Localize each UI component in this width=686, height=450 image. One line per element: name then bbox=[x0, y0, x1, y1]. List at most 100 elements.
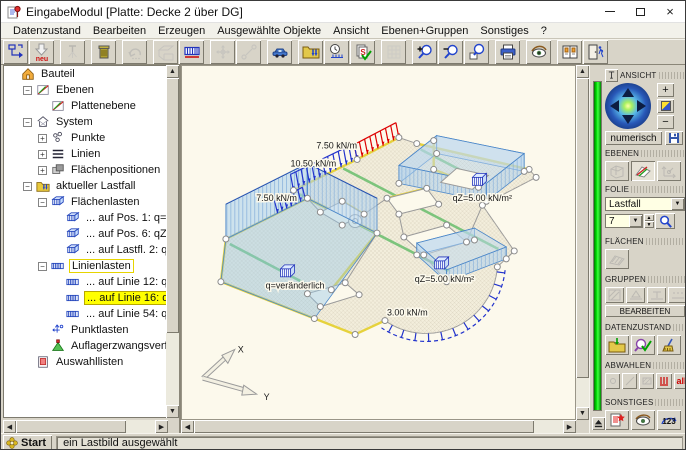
menu-item-erzeugen[interactable]: Erzeugen bbox=[152, 25, 211, 37]
node-point[interactable] bbox=[339, 198, 345, 204]
node-point[interactable] bbox=[384, 195, 390, 201]
node-point[interactable] bbox=[382, 318, 388, 324]
collapse-icon[interactable]: − bbox=[23, 118, 32, 127]
node-point[interactable] bbox=[434, 151, 440, 157]
collapse-icon[interactable]: − bbox=[23, 86, 32, 95]
chevron-down-icon[interactable]: ▼ bbox=[629, 215, 642, 227]
trash-button[interactable] bbox=[91, 40, 116, 64]
start-button[interactable]: Start bbox=[3, 435, 52, 450]
zoom-out-button[interactable] bbox=[438, 40, 463, 64]
tree-hscrollbar[interactable]: ◀ ▶ bbox=[3, 420, 168, 433]
line-load-button[interactable] bbox=[179, 40, 204, 64]
green-level-bar[interactable] bbox=[593, 81, 602, 411]
tree-item[interactable]: −aktueller Lastfall bbox=[4, 178, 167, 194]
bearbeiten-button[interactable]: BEARBEITEN bbox=[605, 305, 685, 317]
canvas-hscroll-thumb[interactable] bbox=[194, 420, 534, 433]
tree-vscrollbar[interactable]: ▲ ▼ bbox=[166, 65, 179, 418]
expand-icon[interactable]: + bbox=[38, 150, 47, 159]
tree-item[interactable]: −System bbox=[4, 114, 167, 130]
expand-icon[interactable]: + bbox=[38, 166, 47, 175]
pan-right-icon[interactable] bbox=[637, 100, 646, 112]
tree-item[interactable]: −Linienlasten bbox=[4, 258, 167, 274]
scroll-right-icon[interactable]: ▶ bbox=[563, 420, 576, 433]
node-point[interactable] bbox=[374, 230, 380, 236]
tree-item[interactable]: Auswahllisten bbox=[4, 354, 167, 370]
check-pages-button[interactable]: S bbox=[350, 40, 375, 64]
menu-item-datenzustand[interactable]: Datenzustand bbox=[7, 25, 87, 37]
numbering-button[interactable]: 123 bbox=[657, 410, 681, 430]
save-view-button[interactable] bbox=[665, 131, 683, 145]
menu-item-ansicht[interactable]: Ansicht bbox=[327, 25, 375, 37]
node-point[interactable] bbox=[436, 201, 442, 207]
scroll-down-icon[interactable]: ▼ bbox=[166, 405, 179, 418]
zoom-in-button[interactable] bbox=[412, 40, 437, 64]
check-data-button[interactable] bbox=[631, 335, 655, 355]
node-point[interactable] bbox=[223, 236, 229, 242]
tree-item[interactable]: Bauteil bbox=[4, 66, 167, 82]
folie-number-spinner[interactable]: ▲▼ bbox=[644, 214, 654, 228]
scroll-up-icon[interactable]: ▲ bbox=[576, 65, 589, 78]
node-point[interactable] bbox=[414, 252, 420, 258]
pin-panel-button[interactable] bbox=[605, 69, 618, 82]
menu-item-ausgew-hlte-objekte[interactable]: Ausgewählte Objekte bbox=[211, 25, 327, 37]
tree-item[interactable]: −Flächenlasten bbox=[4, 194, 167, 210]
tree-item[interactable]: Auflagerzwangsverform bbox=[4, 338, 167, 354]
menu-item-bearbeiten[interactable]: Bearbeiten bbox=[87, 25, 152, 37]
tree-vscroll-thumb[interactable] bbox=[166, 78, 179, 333]
preview-button[interactable] bbox=[631, 410, 655, 430]
tree-item[interactable]: ... auf Linie 54: qZ bbox=[4, 306, 167, 322]
menu-item-?[interactable]: ? bbox=[535, 25, 553, 37]
pan-left-icon[interactable] bbox=[610, 100, 619, 112]
deselect-loads-button[interactable] bbox=[656, 373, 672, 389]
node-point[interactable] bbox=[317, 209, 323, 215]
scroll-left-icon[interactable]: ◀ bbox=[3, 420, 16, 433]
new-button[interactable]: neu bbox=[29, 40, 54, 64]
tree-item[interactable]: +Flächenpositionen bbox=[4, 162, 167, 178]
zoom-plus-button[interactable]: + bbox=[657, 83, 674, 97]
zoom-window-button[interactable] bbox=[464, 40, 489, 64]
node-point[interactable] bbox=[421, 252, 427, 258]
clock-load-button[interactable] bbox=[324, 40, 349, 64]
node-point[interactable] bbox=[414, 141, 420, 147]
eye-button[interactable] bbox=[526, 40, 551, 64]
menu-item-sonstiges[interactable]: Sonstiges bbox=[474, 25, 534, 37]
car-button[interactable] bbox=[267, 40, 292, 64]
scroll-left-icon[interactable]: ◀ bbox=[181, 420, 194, 433]
import-data-button[interactable] bbox=[605, 335, 629, 355]
node-point[interactable] bbox=[424, 185, 430, 191]
collapse-icon[interactable]: − bbox=[38, 198, 47, 207]
node-point[interactable] bbox=[503, 256, 509, 262]
canvas-hscrollbar[interactable]: ◀ ▶ bbox=[181, 420, 576, 433]
node-point[interactable] bbox=[317, 304, 323, 310]
clean-data-button[interactable] bbox=[657, 335, 681, 355]
tree-item[interactable]: ... auf Lastfl. 2: qZ bbox=[4, 242, 167, 258]
node-point[interactable] bbox=[396, 135, 402, 141]
node-point[interactable] bbox=[339, 222, 345, 228]
zoom-minus-button[interactable]: − bbox=[657, 115, 674, 129]
node-point[interactable] bbox=[354, 156, 360, 162]
canvas-vscroll-thumb[interactable] bbox=[576, 78, 589, 378]
folie-search-button[interactable] bbox=[655, 213, 675, 229]
node-point[interactable] bbox=[342, 280, 348, 286]
node-point[interactable] bbox=[328, 287, 334, 293]
folder-load-button[interactable] bbox=[298, 40, 323, 64]
node-point[interactable] bbox=[218, 279, 224, 285]
node-point[interactable] bbox=[521, 168, 527, 174]
tree-item[interactable]: Punktlasten bbox=[4, 322, 167, 338]
scroll-right-icon[interactable]: ▶ bbox=[155, 420, 168, 433]
node-point[interactable] bbox=[396, 180, 402, 186]
node-point[interactable] bbox=[361, 211, 367, 217]
collapse-icon[interactable]: − bbox=[23, 182, 32, 191]
maximize-button[interactable] bbox=[625, 1, 655, 22]
exit-button[interactable] bbox=[583, 40, 608, 64]
node-point[interactable] bbox=[464, 239, 470, 245]
tree-item[interactable]: ... auf Pos. 1: q=ve bbox=[4, 210, 167, 226]
canvas-vscrollbar[interactable]: ▲ ▼ bbox=[576, 65, 589, 420]
node-point[interactable] bbox=[431, 166, 437, 172]
node-point[interactable] bbox=[494, 264, 500, 270]
deselect-all-button[interactable]: alle bbox=[674, 373, 686, 389]
node-point[interactable] bbox=[304, 195, 310, 201]
split-view-button[interactable] bbox=[657, 99, 674, 113]
tree-item[interactable]: −Ebenen bbox=[4, 82, 167, 98]
flow-button[interactable] bbox=[3, 40, 28, 64]
